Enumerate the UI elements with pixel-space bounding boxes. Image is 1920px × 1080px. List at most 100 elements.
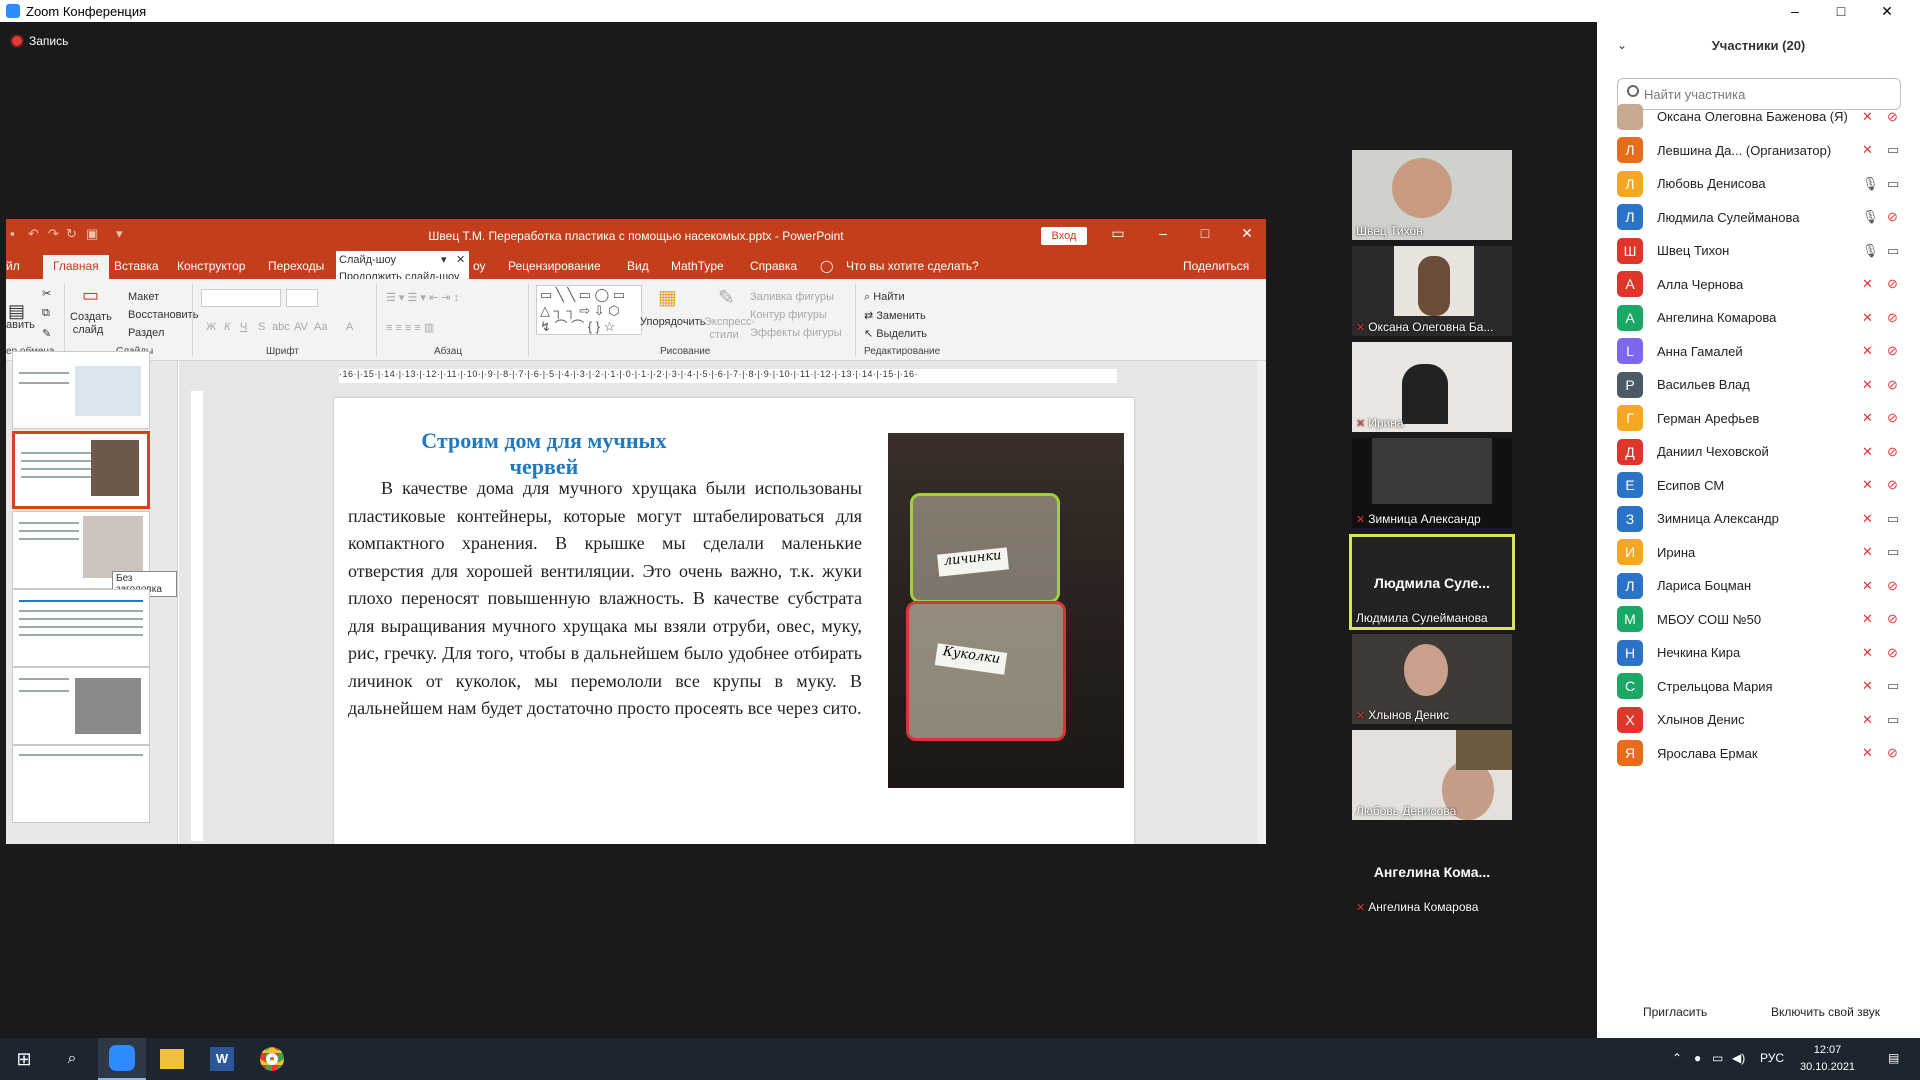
- microphone-muted-icon[interactable]: ✕: [1862, 444, 1873, 460]
- microphone-icon[interactable]: 🎙: [1862, 209, 1879, 225]
- shapes-gallery[interactable]: ▭ ╲ ╲ ▭ ◯ ▭ △ ┐ ┐ ⇨ ⇩ ⬡ ↯ ⌒ ⌒ { } ☆: [536, 285, 642, 335]
- shadow-button[interactable]: abc: [272, 321, 290, 333]
- search-taskbar-icon[interactable]: ⌕: [48, 1038, 96, 1080]
- notifications-icon[interactable]: ▤: [1888, 1051, 1899, 1065]
- bold-button[interactable]: Ж: [206, 321, 216, 333]
- containers-photo[interactable]: личинки Куколки: [888, 433, 1124, 788]
- camera-off-icon[interactable]: ⊘: [1887, 209, 1898, 225]
- format-painter-icon[interactable]: ✎: [42, 327, 51, 340]
- microphone-muted-icon[interactable]: ✕: [1862, 611, 1873, 627]
- camera-icon[interactable]: ▭: [1887, 544, 1899, 560]
- recording-indicator[interactable]: Запись: [12, 34, 68, 48]
- font-size-combo[interactable]: [286, 289, 318, 307]
- tab-help[interactable]: Справка: [750, 259, 797, 273]
- dropdown-arrow-icon[interactable]: ▾: [441, 253, 447, 266]
- paste-button[interactable]: авить: [6, 319, 35, 331]
- reset-button[interactable]: Восстановить: [128, 309, 198, 321]
- layout-button[interactable]: Макет: [128, 291, 159, 303]
- spacing-button[interactable]: AV: [294, 321, 308, 333]
- tab-mathtype[interactable]: MathType: [671, 259, 724, 273]
- case-button[interactable]: Aa: [314, 321, 327, 333]
- camera-off-icon[interactable]: ⊘: [1887, 611, 1898, 627]
- participant-row[interactable]: Я Ярослава Ермак ✕ ⊘: [1617, 733, 1907, 774]
- new-slide-icon[interactable]: ▭: [82, 285, 99, 306]
- camera-off-icon[interactable]: ⊘: [1887, 745, 1898, 761]
- slide-body-text[interactable]: В качестве дома для мучного хрущака были…: [348, 475, 862, 723]
- microphone-icon[interactable]: 🎙: [1862, 243, 1879, 259]
- unmute-self-button[interactable]: Включить свой звук: [1765, 1001, 1886, 1023]
- tab-slideshow[interactable]: оу: [473, 259, 486, 273]
- dropdown-close-icon[interactable]: ✕: [456, 253, 465, 266]
- slide-thumbnail[interactable]: [12, 351, 150, 429]
- new-slide-button[interactable]: Создать слайд: [70, 311, 112, 337]
- vertical-scrollbar[interactable]: [1257, 361, 1266, 844]
- tab-insert[interactable]: Вставка: [114, 259, 159, 273]
- word-taskbar-icon[interactable]: W: [198, 1038, 246, 1080]
- invite-button[interactable]: Пригласить: [1637, 1001, 1713, 1023]
- video-tile[interactable]: Швец Тихон: [1352, 150, 1512, 240]
- font-color-button[interactable]: A: [346, 321, 353, 333]
- slide-thumbnail-selected[interactable]: [12, 431, 150, 509]
- microphone-muted-icon[interactable]: ✕: [1862, 109, 1873, 125]
- arrange-icon[interactable]: ▦: [658, 285, 677, 310]
- camera-off-icon[interactable]: ⊘: [1887, 343, 1898, 359]
- video-tile-active-speaker[interactable]: Людмила Суле... Людмила Сулейманова: [1349, 534, 1515, 630]
- microphone-muted-icon[interactable]: ✕: [1862, 276, 1873, 292]
- strike-button[interactable]: S: [258, 321, 265, 333]
- microphone-muted-icon[interactable]: ✕: [1862, 477, 1873, 493]
- tab-view[interactable]: Вид: [627, 259, 649, 273]
- minimize-button[interactable]: –: [1772, 0, 1818, 22]
- ribbon-display-icon[interactable]: ▭: [1103, 225, 1133, 242]
- shape-effects-button[interactable]: Эффекты фигуры: [750, 327, 842, 339]
- shape-fill-button[interactable]: Заливка фигуры: [750, 291, 834, 303]
- pp-minimize-button[interactable]: –: [1148, 225, 1178, 241]
- tab-transitions[interactable]: Переходы: [268, 259, 324, 273]
- close-button[interactable]: ✕: [1864, 0, 1910, 22]
- maximize-button[interactable]: □: [1818, 0, 1864, 22]
- font-name-combo[interactable]: [201, 289, 281, 307]
- camera-icon[interactable]: ▭: [1887, 511, 1899, 527]
- section-button[interactable]: Раздел: [128, 327, 164, 339]
- video-tile[interactable]: ✕ Зимница Александр: [1352, 438, 1512, 528]
- microphone-muted-icon[interactable]: ✕: [1862, 142, 1873, 158]
- video-tile[interactable]: Любовь Денисова: [1352, 730, 1512, 820]
- replace-button[interactable]: ⇄ Заменить: [864, 309, 926, 322]
- microphone-muted-icon[interactable]: ✕: [1862, 745, 1873, 761]
- camera-off-icon[interactable]: ⊘: [1887, 410, 1898, 426]
- zoom-taskbar-icon[interactable]: [98, 1038, 146, 1080]
- start-button[interactable]: ⊞: [0, 1038, 48, 1080]
- camera-icon[interactable]: ▭: [1887, 176, 1899, 192]
- video-tile[interactable]: ✕ Оксана Олеговна Ба...: [1352, 246, 1512, 336]
- tray-expand-icon[interactable]: ⌃: [1672, 1051, 1682, 1065]
- microphone-muted-icon[interactable]: ✕: [1862, 410, 1873, 426]
- tab-file[interactable]: йл: [6, 259, 20, 273]
- tell-me-input[interactable]: Что вы хотите сделать?: [846, 259, 979, 273]
- camera-off-icon[interactable]: ⊘: [1887, 477, 1898, 493]
- camera-icon[interactable]: ▭: [1887, 142, 1899, 158]
- bullets-icon[interactable]: ☰ ▾ ☰ ▾ ⇤ ⇥ ↕: [386, 291, 459, 304]
- camera-off-icon[interactable]: ⊘: [1887, 109, 1898, 125]
- share-button[interactable]: Поделиться: [1183, 259, 1249, 273]
- microphone-muted-icon[interactable]: ✕: [1862, 310, 1873, 326]
- microphone-muted-icon[interactable]: ✕: [1862, 377, 1873, 393]
- camera-off-icon[interactable]: ⊘: [1887, 444, 1898, 460]
- underline-button[interactable]: Ч: [240, 321, 247, 333]
- camera-icon[interactable]: ▭: [1887, 243, 1899, 259]
- find-button[interactable]: ⌕ Найти: [864, 291, 905, 304]
- arrange-button[interactable]: Упорядочить: [640, 316, 705, 328]
- camera-off-icon[interactable]: ⊘: [1887, 578, 1898, 594]
- mic-tray-icon[interactable]: ●: [1694, 1051, 1701, 1065]
- camera-icon[interactable]: ▭: [1887, 712, 1899, 728]
- explorer-taskbar-icon[interactable]: [148, 1038, 196, 1080]
- italic-button[interactable]: К: [224, 321, 230, 333]
- slide-thumbnail[interactable]: [12, 589, 150, 667]
- microphone-muted-icon[interactable]: ✕: [1862, 343, 1873, 359]
- microphone-muted-icon[interactable]: ✕: [1862, 511, 1873, 527]
- microphone-muted-icon[interactable]: ✕: [1862, 678, 1873, 694]
- tab-design[interactable]: Конструктор: [177, 259, 245, 273]
- align-icons[interactable]: ≡ ≡ ≡ ≡ ▥: [386, 321, 434, 334]
- slide[interactable]: Строим дом для мучных червей В качестве …: [334, 398, 1134, 844]
- select-button[interactable]: ↖ Выделить: [864, 327, 927, 340]
- microphone-muted-icon[interactable]: ✕: [1862, 712, 1873, 728]
- quick-styles-button[interactable]: Экспресс-стили: [704, 316, 755, 342]
